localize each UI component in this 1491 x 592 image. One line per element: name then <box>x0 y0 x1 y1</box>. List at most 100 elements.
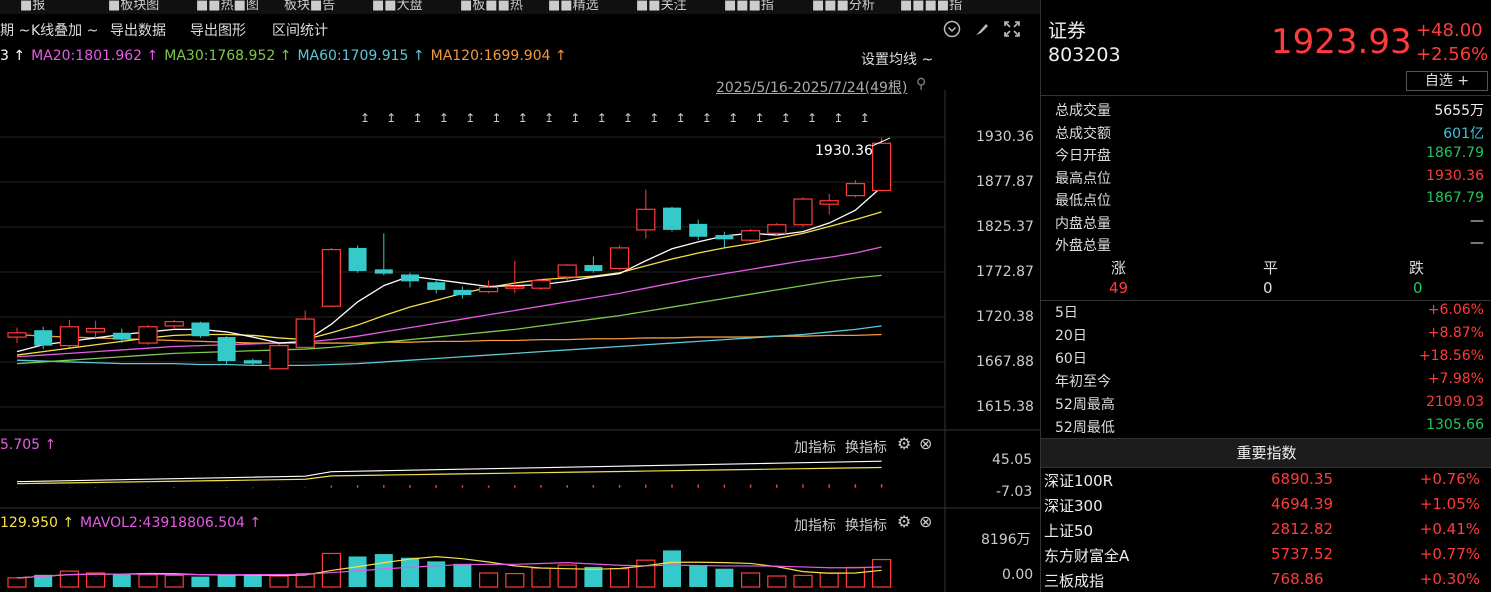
volume-bar <box>374 554 393 587</box>
index-pct: +0.76% <box>1419 470 1480 488</box>
macd-axis-top: 45.05 <box>992 452 1033 468</box>
stat-row: 年初至今 +7.98% <box>1055 371 1484 393</box>
arrow-marker: ↥ <box>781 111 791 125</box>
volume-bar <box>663 550 681 587</box>
stat-row: 最低点位 1867.79 <box>1055 190 1484 212</box>
arrow-marker: ↥ <box>623 111 633 125</box>
volume-bar <box>112 573 131 587</box>
candle-body <box>819 200 839 205</box>
volume-bar <box>401 557 419 587</box>
macd-swap-indicator[interactable]: 换指标 <box>845 437 887 457</box>
volume-bar <box>740 572 761 588</box>
vol-add-indicator[interactable]: 加指标 <box>794 515 836 535</box>
index-price: 2812.82 <box>1271 520 1334 538</box>
arrow-marker: ↥ <box>570 111 580 125</box>
candle-body <box>689 223 708 237</box>
candle-body <box>531 279 551 289</box>
candle-body <box>740 230 761 241</box>
mavol1-value: 129.950 ↑ <box>0 515 75 531</box>
quote-name: 证券 <box>1048 20 1087 42</box>
candle-body <box>557 264 577 278</box>
quote-change-pct: +2.56% <box>1416 44 1489 65</box>
candle-body <box>479 286 499 293</box>
vol-swap-indicator[interactable]: 换指标 <box>845 515 887 535</box>
quote-code: 803203 <box>1048 44 1121 66</box>
volume-bar <box>715 568 734 587</box>
arrow-marker: ↥ <box>465 111 475 125</box>
index-row[interactable]: 三板成指 768.86 +0.30% <box>1041 568 1491 592</box>
stat-value: +18.56% <box>1418 348 1484 364</box>
price-axis-label: 1615.38 <box>976 399 1034 415</box>
arrow-marker: ↥ <box>860 111 870 125</box>
kline-chart[interactable]: ↥ ↥ ↥ ↥ ↥ ↥ ↥ ↥ ↥ ↥ ↥ ↥ ↥ ↥ ↥ ↥ ↥ ↥ ↥ ↥ <box>0 0 1040 592</box>
stat-value: +6.06% <box>1427 302 1484 318</box>
macd-close-icon[interactable]: ⊗ <box>919 434 932 453</box>
index-row[interactable]: 深证300 4694.39 +1.05% <box>1041 493 1491 517</box>
stat-label: 最低点位 <box>1055 193 1111 209</box>
stat-label: 总成交额 <box>1055 125 1111 142</box>
index-pct: +0.41% <box>1419 520 1480 538</box>
stat-value: — <box>1470 212 1484 229</box>
index-name: 上证50 <box>1044 522 1094 540</box>
price-axis-label: 1772.87 <box>976 264 1034 280</box>
arrow-marker: ↥ <box>439 111 449 125</box>
breadth-up-label: 涨 <box>1111 259 1127 277</box>
candle-body <box>112 332 131 340</box>
index-row[interactable]: 东方财富全A 5737.52 +0.77% <box>1041 543 1491 567</box>
candle-body <box>59 326 80 347</box>
stat-row: 总成交量 5655万 <box>1055 100 1484 122</box>
add-watchlist-button[interactable]: 自选 + <box>1406 71 1488 91</box>
stat-row: 总成交额 601亿 <box>1055 123 1484 145</box>
vol-settings-gear-icon[interactable]: ⚙ <box>897 512 911 531</box>
candle-body <box>243 360 262 364</box>
macd-value: 5.705 ↑ <box>0 437 57 453</box>
vol-close-icon[interactable]: ⊗ <box>919 512 932 531</box>
index-price: 768.86 <box>1271 570 1324 588</box>
volume-bar <box>217 574 236 587</box>
vol-axis-top: 8196万 <box>981 532 1031 548</box>
stat-value: 1305.66 <box>1426 417 1484 433</box>
index-price: 4694.39 <box>1271 495 1334 513</box>
breadth-down-label: 跌 <box>1409 259 1425 277</box>
index-price: 6890.35 <box>1271 470 1334 488</box>
stat-value: 601亿 <box>1443 125 1484 142</box>
candle-body <box>505 285 525 289</box>
volume-bar <box>636 559 656 588</box>
stat-value: — <box>1470 235 1484 251</box>
arrow-marker: ↥ <box>413 111 423 125</box>
candle-body <box>584 265 603 272</box>
breadth-flat: 0 <box>1263 279 1273 297</box>
stat-row: 外盘总量 — <box>1055 235 1484 257</box>
quote-price: 1923.93 <box>1271 22 1412 62</box>
price-axis-label: 1877.87 <box>976 174 1034 190</box>
volume-bar <box>531 567 551 588</box>
volume-bar <box>845 566 866 588</box>
stat-value: 1930.36 <box>1426 167 1484 184</box>
stat-label: 今日开盘 <box>1055 148 1111 164</box>
vol-axis-bottom: 0.00 <box>1002 567 1034 583</box>
candle-body <box>767 224 787 234</box>
candle-body <box>269 345 289 370</box>
stat-label: 最高点位 <box>1055 170 1111 187</box>
stat-row: 20日 +8.87% <box>1055 325 1484 347</box>
stat-row: 内盘总量 — <box>1055 213 1484 235</box>
breadth-up: 49 <box>1109 279 1129 297</box>
index-row[interactable]: 深证100R 6890.35 +0.76% <box>1041 468 1491 492</box>
volume-bar <box>191 576 210 587</box>
macd-add-indicator[interactable]: 加指标 <box>794 437 836 457</box>
candle-body <box>374 269 393 274</box>
candle-body <box>85 327 106 333</box>
stat-value: 5655万 <box>1434 103 1484 119</box>
index-row[interactable]: 上证50 2812.82 +0.41% <box>1041 518 1491 542</box>
index-header: 重要指数 <box>1041 438 1491 468</box>
volume-bar <box>479 572 499 588</box>
stat-label: 52周最低 <box>1055 420 1115 436</box>
candle-body <box>217 337 236 362</box>
breadth-flat-label: 平 <box>1263 259 1279 277</box>
macd-settings-gear-icon[interactable]: ⚙ <box>897 434 911 453</box>
stat-label: 内盘总量 <box>1055 215 1111 232</box>
index-price: 5737.52 <box>1271 545 1334 563</box>
candle-body <box>427 282 446 290</box>
arrow-marker: ↥ <box>597 111 607 125</box>
candle-body <box>663 207 681 230</box>
